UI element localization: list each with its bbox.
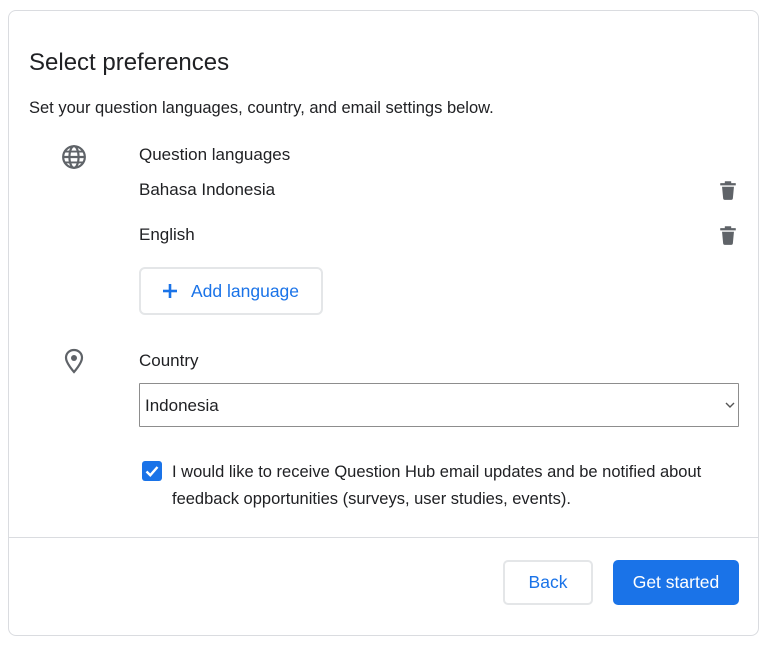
globe-icon [62,145,86,169]
checkmark-icon [145,466,159,477]
add-language-label: Add language [191,280,300,301]
footer-divider [9,537,758,538]
page-subtitle: Set your question languages, country, an… [29,99,494,117]
language-name: English [139,225,195,244]
email-updates-label: I would like to receive Question Hub ema… [172,463,702,508]
email-updates-checkbox[interactable] [142,461,162,481]
trash-icon[interactable] [717,223,739,247]
preferences-card: Select preferences Set your question lan… [8,10,759,636]
chevron-down-icon [725,402,735,408]
country-select[interactable]: Indonesia [139,383,739,427]
language-name: Bahasa Indonesia [139,180,276,199]
get-started-button[interactable]: Get started [613,560,739,605]
plus-icon [163,284,177,298]
languages-label: Question languages [139,145,291,164]
country-value: Indonesia [145,396,219,415]
trash-icon[interactable] [717,178,739,202]
country-label: Country [139,351,199,370]
location-pin-icon [64,348,84,374]
back-button[interactable]: Back [503,560,593,605]
page-title: Select preferences [29,49,230,76]
language-item: English [139,223,739,251]
language-item: Bahasa Indonesia [139,178,739,206]
add-language-button[interactable]: Add language [139,267,323,315]
